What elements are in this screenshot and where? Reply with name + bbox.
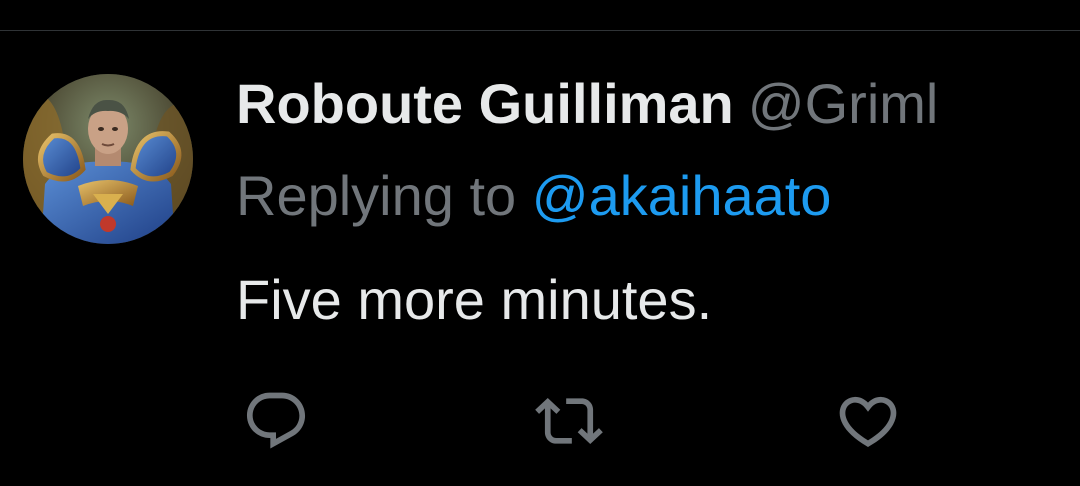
tweet-content: Roboute Guilliman @Griml Replying to @aka… [236, 31, 1080, 486]
like-button[interactable] [828, 381, 908, 461]
author-handle[interactable]: @Griml [748, 72, 939, 135]
replying-to-label: Replying to [236, 164, 532, 227]
retweet-icon [535, 397, 603, 445]
action-bar [236, 381, 1080, 461]
replying-to: Replying to @akaihaato [236, 161, 831, 231]
reply-icon [246, 392, 306, 449]
tweet-header: Roboute Guilliman @Griml [236, 69, 1080, 139]
reply-button[interactable] [236, 381, 316, 461]
avatar[interactable] [23, 74, 193, 244]
reply-mention-link[interactable]: @akaihaato [532, 164, 832, 227]
tweet[interactable]: Roboute Guilliman @Griml Replying to @aka… [0, 31, 1080, 486]
author-display-name[interactable]: Roboute Guilliman [236, 72, 734, 135]
tweet-text: Five more minutes. [236, 268, 713, 331]
avatar-image [23, 74, 193, 244]
retweet-button[interactable] [529, 381, 609, 461]
heart-icon [839, 396, 897, 447]
